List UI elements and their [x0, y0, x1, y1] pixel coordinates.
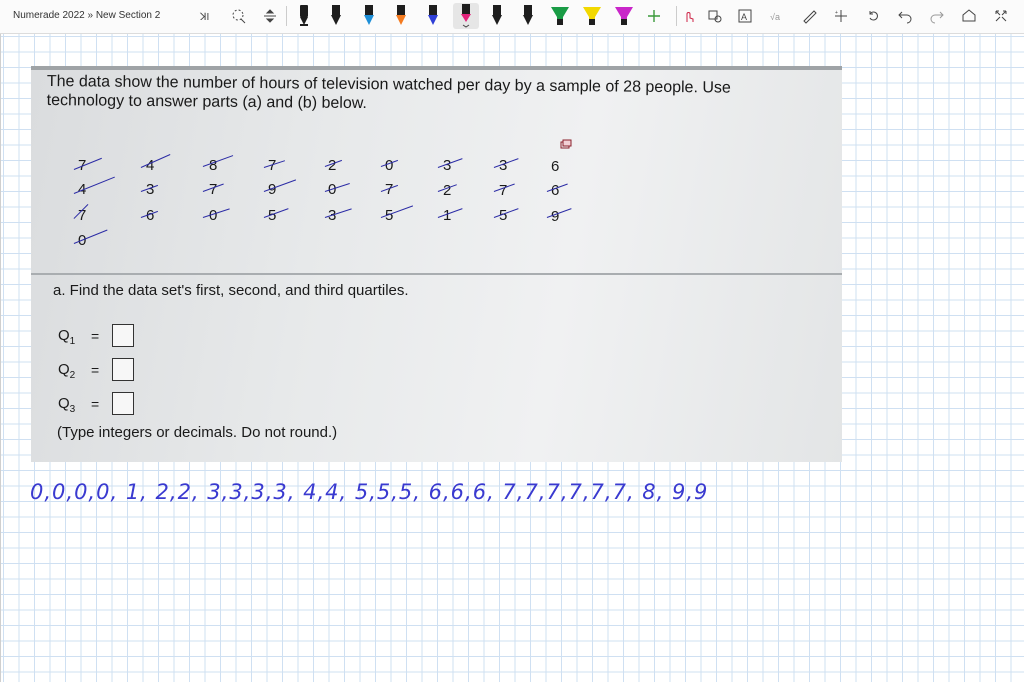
pen-blue-light[interactable] [361, 5, 377, 27]
fullscreen-icon[interactable] [993, 5, 1009, 27]
pen-pink-selected[interactable] [453, 3, 479, 29]
q2-answer-box[interactable] [112, 358, 134, 381]
q1-answer-box[interactable] [112, 324, 134, 347]
ink-to-shape-icon[interactable] [707, 5, 723, 27]
q1-label: Q1 [58, 327, 76, 347]
screenshot-top-border [31, 66, 842, 70]
handwritten-sorted-data: 0,0,0,0, 1, 2,2, 3,3,3,3, 4,4, 5,5,5, 6,… [30, 480, 709, 504]
data-value: 2 [443, 182, 452, 199]
pen-black-4[interactable] [520, 5, 536, 27]
copy-data-icon[interactable] [560, 138, 572, 156]
pen-black-1[interactable] [296, 5, 312, 27]
equals-sign: = [91, 362, 100, 378]
q2-label: Q2 [58, 361, 76, 381]
ink-to-text-icon[interactable]: A [737, 5, 753, 27]
highlighter-green[interactable] [550, 5, 570, 27]
question-intro: The data show the number of hours of tel… [46, 72, 731, 113]
highlighter-magenta[interactable] [614, 5, 634, 27]
pen-black-2[interactable] [328, 5, 344, 27]
insert-space-icon[interactable] [262, 5, 278, 27]
pen-black-3[interactable] [489, 5, 505, 27]
undo-icon[interactable] [897, 5, 913, 27]
equals-sign: = [91, 396, 100, 412]
data-value: 0 [385, 157, 394, 174]
data-value: 6 [551, 182, 560, 199]
strike-mark [202, 155, 234, 168]
data-value: 7 [499, 182, 508, 199]
toolbar-divider-2 [676, 5, 678, 27]
replay-icon[interactable] [866, 5, 882, 27]
ruler-icon[interactable] [801, 5, 817, 27]
lasso-text-icon[interactable]: ꓘI [199, 5, 215, 27]
equals-sign: = [91, 328, 100, 344]
pasted-screenshot: The data show the number of hours of tel… [31, 66, 842, 462]
touch-writing-icon[interactable] [681, 5, 697, 27]
lasso-select-icon[interactable] [231, 5, 247, 27]
ink-to-math-icon[interactable]: √a [769, 5, 785, 27]
q3-answer-box[interactable] [112, 392, 134, 415]
section-divider [31, 273, 842, 275]
toolbar-divider [286, 5, 288, 27]
redo-icon[interactable] [929, 5, 945, 27]
math-icon[interactable]: + [833, 5, 849, 27]
add-pen-icon[interactable] [646, 5, 662, 27]
answer-format-note: (Type integers or decimals. Do not round… [57, 424, 338, 441]
svg-text:A: A [741, 12, 747, 22]
pen-blue[interactable] [425, 5, 441, 27]
svg-text:√a: √a [770, 12, 780, 22]
part-a-prompt: a. Find the data set's first, second, an… [53, 282, 409, 299]
data-value: 6 [551, 158, 560, 175]
data-value: 8 [209, 157, 218, 174]
highlighter-yellow[interactable] [582, 5, 602, 27]
svg-text:ꓘI: ꓘI [199, 12, 209, 23]
q3-label: Q3 [58, 395, 76, 415]
svg-text:+: + [835, 10, 838, 16]
page-margin-line [0, 34, 1, 682]
pen-orange[interactable] [393, 5, 409, 27]
data-value: 9 [551, 208, 560, 225]
drawing-toolbar: Numerade 2022 » New Section 2 ꓘI A √a + [0, 0, 1024, 34]
immersive-reader-icon[interactable] [961, 5, 977, 27]
breadcrumb: Numerade 2022 » New Section 2 [13, 10, 161, 21]
